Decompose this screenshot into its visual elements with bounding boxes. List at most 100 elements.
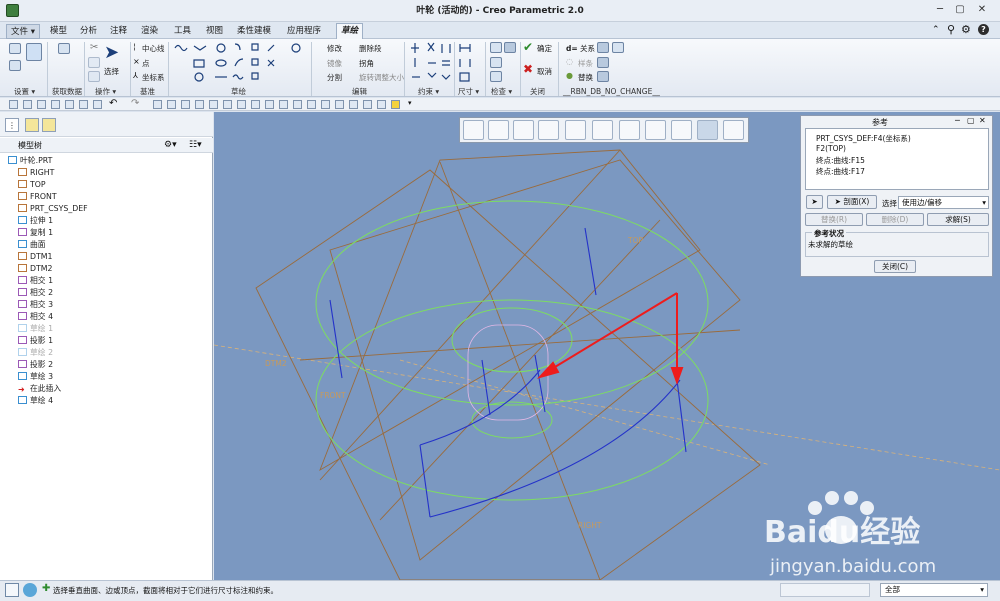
datum-centerline[interactable]: 中心线 [142,43,165,54]
tree-item[interactable]: 相交 1 [18,275,53,287]
close-button[interactable]: ✕ [975,4,989,17]
qat-tool-icon[interactable] [265,100,274,109]
tree-item[interactable]: PRT_CSYS_DEF [18,203,88,215]
tree-item[interactable]: 曲面 [18,239,46,251]
reference-item[interactable]: 终点:曲线:F17 [816,166,865,177]
edit-divide[interactable]: 分割 [327,72,342,83]
section-button[interactable]: ➤ 剖面(X) [827,195,877,209]
qat-dropdown-icon[interactable]: ▾ [408,99,412,107]
tree-item[interactable]: 投影 2 [18,359,53,371]
tree-item[interactable]: DTM1 [18,251,52,263]
qat-tool-icon[interactable] [391,100,400,109]
tab-analysis[interactable]: 分析 [76,24,101,39]
reference-item[interactable]: F2(TOP) [816,144,846,153]
edit-delete-segment[interactable]: 删除段 [359,43,382,54]
reference-item[interactable]: 终点:曲线:F15 [816,155,865,166]
edit-modify[interactable]: 修改 [327,43,342,54]
group-operations[interactable]: 操作 ▾ [95,86,116,97]
window-icon[interactable] [65,100,74,109]
tree-item[interactable]: ➜ 在此插入 [18,383,61,395]
ok-check-icon[interactable]: ✔ [523,40,533,54]
group-constrain[interactable]: 约束 ▾ [418,86,439,97]
inspect-overlap-icon[interactable] [490,42,502,53]
dialog-minimize-button[interactable]: ─ [955,116,960,125]
tree-item[interactable]: 复制 1 [18,227,53,239]
zoom-out-icon[interactable] [513,120,534,140]
tree-item[interactable]: TOP [18,179,46,191]
delete-button[interactable]: 删除(D) [866,213,924,226]
tree-item[interactable]: FRONT [18,191,57,203]
sketch-setup-icon[interactable] [9,43,21,54]
qat-tool-icon[interactable] [363,100,372,109]
model-tree-tab-icon[interactable]: ⋮ [5,118,19,132]
tab-tools[interactable]: 工具 [170,24,195,39]
maximize-button[interactable]: ▢ [953,4,967,17]
redo-icon[interactable]: ↷ [131,98,139,109]
open-icon[interactable] [23,100,32,109]
display-style-icon[interactable] [565,120,586,140]
print-icon[interactable] [51,100,60,109]
tree-item[interactable]: 相交 3 [18,299,53,311]
vertex-display-icon[interactable] [597,71,609,82]
tab-flexible-modeling[interactable]: 柔性建模 [233,24,275,39]
qat-tool-icon[interactable] [153,100,162,109]
new-icon[interactable] [9,100,18,109]
minimize-button[interactable]: ─ [933,4,947,17]
inspect-shade-icon[interactable] [490,57,502,68]
datum-display-icon[interactable] [645,120,666,140]
replace-button[interactable]: 替换 [578,72,593,83]
tab-annotate[interactable]: 注释 [106,24,131,39]
spline-button[interactable]: 样条 [578,58,593,69]
refit-icon[interactable] [463,120,484,140]
tree-item[interactable]: 草绘 2 [18,347,53,359]
annotation-display-icon[interactable] [671,120,692,140]
qat-tool-icon[interactable] [279,100,288,109]
copy-icon[interactable] [88,57,100,68]
qat-tool-icon[interactable] [209,100,218,109]
qat-tool-icon[interactable] [223,100,232,109]
dialog-close-button[interactable]: ✕ [979,116,986,125]
folder-browser-tab-icon[interactable] [25,118,39,132]
close-dialog-button[interactable]: 关闭(C) [874,260,916,273]
inspect-open-ends-icon[interactable] [490,71,502,82]
select-arrow-icon[interactable]: ➤ [104,42,119,63]
pick-arrow-button[interactable]: ➤ [806,195,823,209]
filter-dropdown[interactable]: 全部 ▾ [880,583,988,597]
paste-icon[interactable] [88,71,100,82]
tree-item[interactable]: 草绘 4 [18,395,53,407]
view-manager-icon[interactable] [619,120,640,140]
qat-tool-icon[interactable] [237,100,246,109]
saved-views-icon[interactable] [592,120,613,140]
grid-icon[interactable] [612,42,624,53]
qat-tool-icon[interactable] [349,100,358,109]
tree-item[interactable]: DTM2 [18,263,52,275]
group-inspect[interactable]: 检查 ▾ [491,86,512,97]
edit-mirror[interactable]: 镜像 [327,58,342,69]
toggle-display-icon[interactable] [597,42,609,53]
sketch-view-icon[interactable] [723,120,744,140]
references-icon[interactable] [26,43,42,61]
select-dropdown[interactable]: 使用边/偏移 ▾ [898,196,989,209]
tree-settings-icon[interactable]: ⚙▾ [164,140,177,150]
tree-item[interactable]: 叶轮.PRT [8,155,52,167]
save-icon[interactable] [37,100,46,109]
edit-rotate-resize[interactable]: 旋转调整大小 [359,72,404,83]
tree-item[interactable]: 拉伸 1 [18,215,53,227]
select-label[interactable]: 选择 [104,66,119,77]
ok-button[interactable]: 确定 [537,43,552,54]
zoom-in-icon[interactable] [488,120,509,140]
inspect-highlight-icon[interactable] [504,42,516,53]
tab-render[interactable]: 渲染 [137,24,162,39]
status-toolbar-icons[interactable] [780,583,870,597]
repaint-icon[interactable] [538,120,559,140]
toggle-navigator-icon[interactable] [5,583,19,597]
replace-button[interactable]: 替换(R) [805,213,863,226]
tab-applications[interactable]: 应用程序 [283,24,325,39]
tree-columns-icon[interactable]: ☷▾ [189,140,202,150]
constraint-display-icon[interactable] [597,57,609,68]
qat-tool-icon[interactable] [377,100,386,109]
browser-icon[interactable] [23,583,37,597]
relations-button[interactable]: d= 关系 [566,43,595,54]
cancel-button[interactable]: 取消 [537,66,552,77]
dialog-maximize-button[interactable]: ▢ [967,116,975,125]
